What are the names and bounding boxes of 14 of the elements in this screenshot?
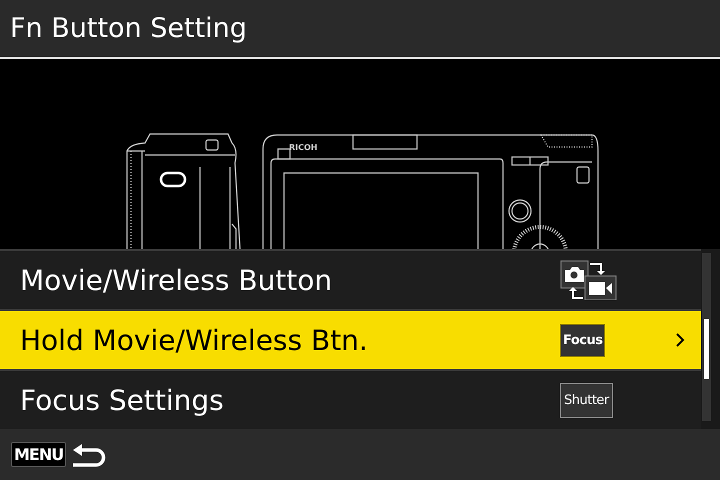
setting-badge: Focus [560,324,606,356]
chevron-icon [675,332,685,348]
menu-key[interactable]: MENU [11,442,66,467]
brand-label: RICOH [289,143,318,152]
menu-item[interactable]: Movie/Wireless Button [0,249,701,309]
menu-item[interactable]: Focus Settings Shutter [0,369,701,429]
photo-movie-switch-icon [560,260,618,300]
screen-title: Fn Button Setting [10,13,247,44]
item-label: Focus Settings [19,384,225,416]
menu-item[interactable]: Hold Movie/Wireless Btn. Focus [0,309,701,369]
item-label: Hold Movie/Wireless Btn. [19,324,369,356]
scrollbar-thumb[interactable] [704,319,709,379]
item-label: Movie/Wireless Button [19,264,334,296]
setting-badge: Shutter [560,382,613,418]
